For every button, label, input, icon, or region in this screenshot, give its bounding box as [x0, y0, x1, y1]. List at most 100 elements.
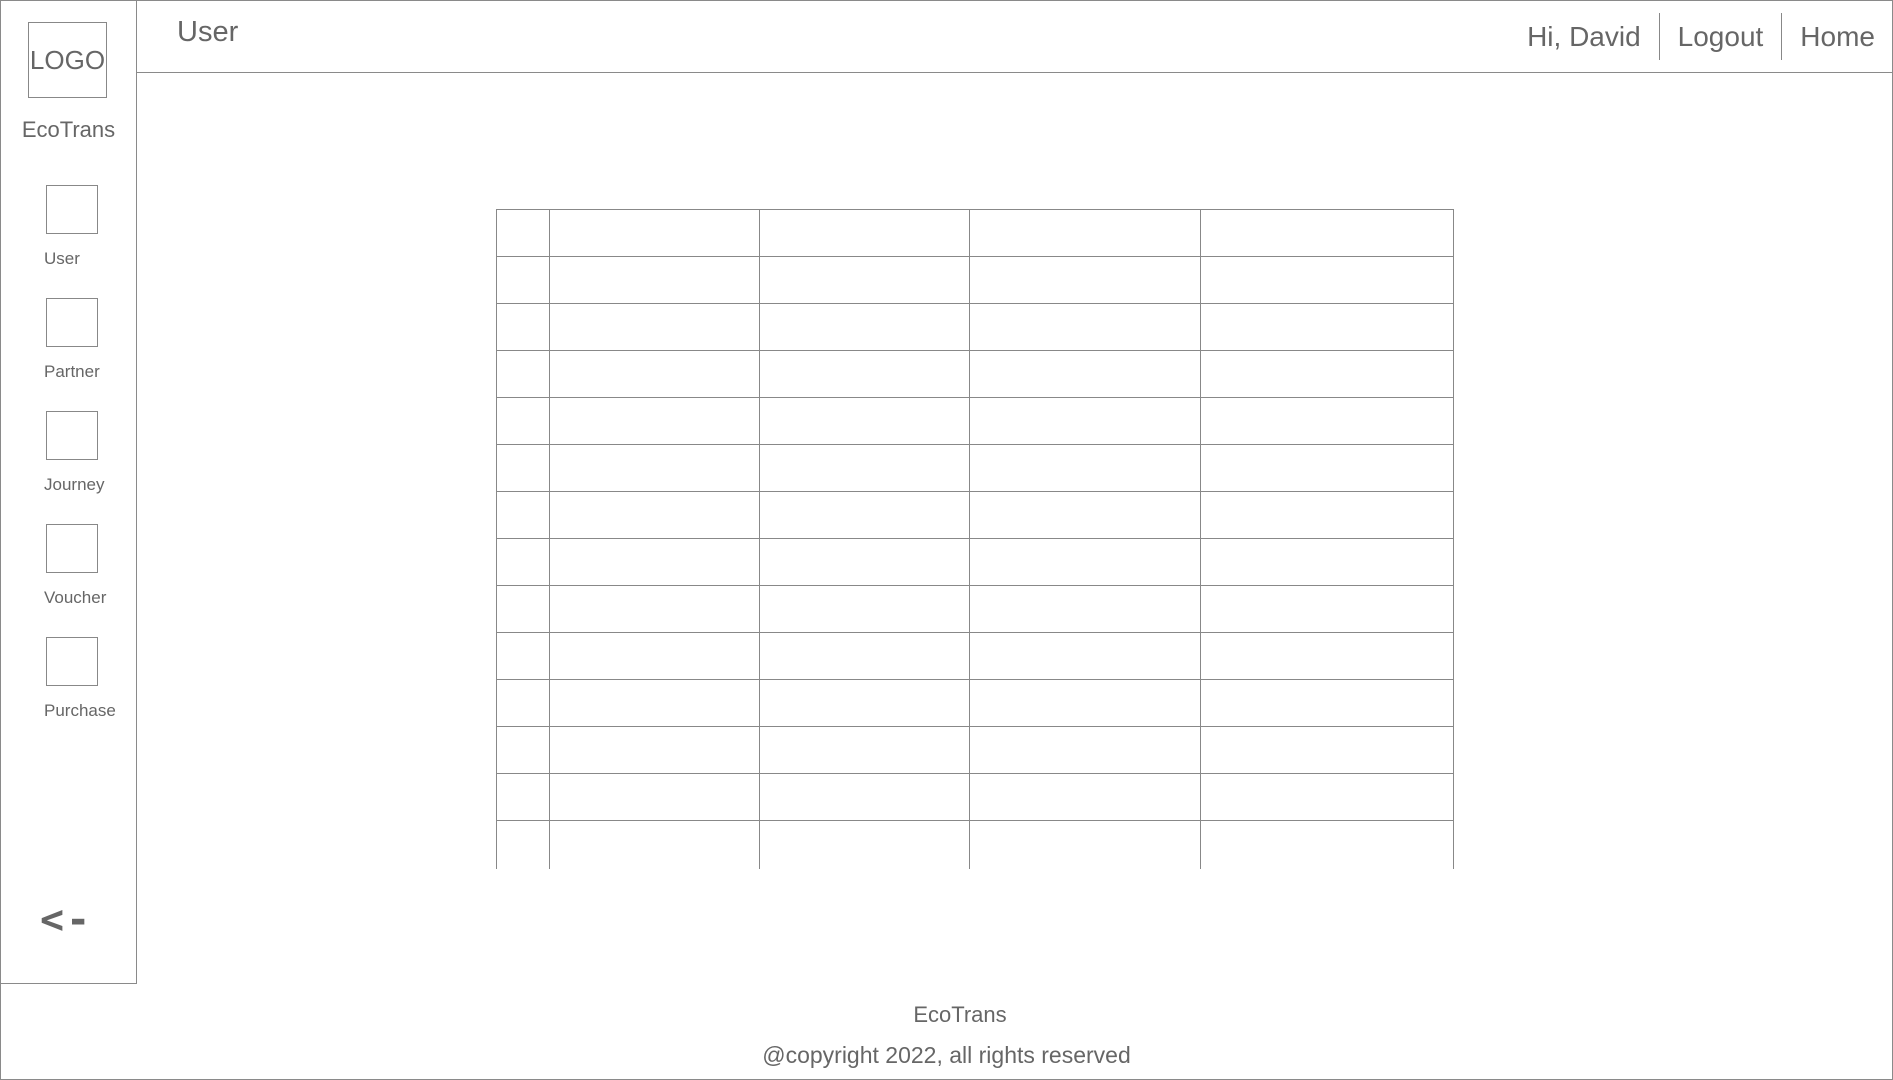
table-cell[interactable] — [759, 679, 970, 727]
table-cell[interactable] — [759, 585, 970, 633]
table-cell[interactable] — [496, 256, 550, 304]
table-cell[interactable] — [969, 491, 1201, 539]
table-cell[interactable] — [969, 444, 1201, 492]
table-cell[interactable] — [549, 444, 760, 492]
table-cell[interactable] — [969, 679, 1201, 727]
table-cell[interactable] — [549, 491, 760, 539]
table-row[interactable] — [496, 679, 1454, 727]
table-cell[interactable] — [759, 632, 970, 680]
table-cell[interactable] — [496, 303, 550, 351]
table-cell[interactable] — [969, 632, 1201, 680]
header: User Hi, David Logout Home — [137, 0, 1893, 73]
table-row[interactable] — [496, 491, 1454, 539]
table-cell[interactable] — [1200, 256, 1454, 304]
table-cell[interactable] — [549, 303, 760, 351]
table-cell[interactable] — [759, 303, 970, 351]
sidebar-item-label[interactable]: Partner — [44, 362, 100, 382]
table-cell[interactable] — [759, 820, 970, 869]
table-row[interactable] — [496, 444, 1454, 492]
table-cell[interactable] — [969, 350, 1201, 398]
table-cell[interactable] — [549, 538, 760, 586]
table-cell[interactable] — [1200, 350, 1454, 398]
table-cell[interactable] — [1200, 303, 1454, 351]
table-cell[interactable] — [969, 820, 1201, 869]
table-cell[interactable] — [1200, 397, 1454, 445]
table-row[interactable] — [496, 585, 1454, 633]
table-cell[interactable] — [1200, 726, 1454, 774]
table-row[interactable] — [496, 256, 1454, 304]
table-cell[interactable] — [549, 773, 760, 821]
voucher-icon[interactable] — [46, 524, 98, 573]
table-cell[interactable] — [759, 444, 970, 492]
table-cell[interactable] — [969, 773, 1201, 821]
table-cell[interactable] — [496, 726, 550, 774]
table-cell[interactable] — [759, 726, 970, 774]
table-row[interactable] — [496, 397, 1454, 445]
table-cell[interactable] — [1200, 632, 1454, 680]
table-cell[interactable] — [496, 538, 550, 586]
journey-icon[interactable] — [46, 411, 98, 460]
logo: LOGO — [28, 22, 107, 98]
user-icon[interactable] — [46, 185, 98, 234]
sidebar-item-label[interactable]: Purchase — [44, 701, 116, 721]
table-cell[interactable] — [549, 632, 760, 680]
table-cell[interactable] — [1200, 491, 1454, 539]
sidebar-item-label[interactable]: User — [44, 249, 80, 269]
table-cell[interactable] — [759, 209, 970, 257]
table-cell[interactable] — [1200, 773, 1454, 821]
back-button[interactable]: <- — [40, 897, 92, 943]
table-cell[interactable] — [496, 820, 550, 869]
table-row[interactable] — [496, 538, 1454, 586]
table-row[interactable] — [496, 350, 1454, 398]
table-cell[interactable] — [496, 679, 550, 727]
table-cell[interactable] — [759, 538, 970, 586]
table-row[interactable] — [496, 726, 1454, 774]
table-cell[interactable] — [969, 726, 1201, 774]
table-cell[interactable] — [759, 256, 970, 304]
sidebar-item-label[interactable]: Voucher — [44, 588, 106, 608]
table-row[interactable] — [496, 632, 1454, 680]
table-cell[interactable] — [1200, 820, 1454, 869]
table-cell[interactable] — [496, 350, 550, 398]
sidebar-item-label[interactable]: Journey — [44, 475, 104, 495]
logout-link[interactable]: Logout — [1658, 13, 1782, 60]
table-cell[interactable] — [549, 820, 760, 869]
sidebar-brand: EcoTrans — [21, 117, 116, 142]
table-row[interactable] — [496, 820, 1454, 869]
table-row[interactable] — [496, 303, 1454, 351]
table-cell[interactable] — [496, 209, 550, 257]
home-link[interactable]: Home — [1781, 13, 1893, 60]
table-cell[interactable] — [969, 303, 1201, 351]
table-cell[interactable] — [969, 256, 1201, 304]
table-cell[interactable] — [1200, 679, 1454, 727]
table-cell[interactable] — [1200, 585, 1454, 633]
table-cell[interactable] — [549, 585, 760, 633]
table-cell[interactable] — [496, 444, 550, 492]
table-cell[interactable] — [1200, 209, 1454, 257]
table-cell[interactable] — [969, 397, 1201, 445]
table-cell[interactable] — [549, 209, 760, 257]
table-cell[interactable] — [549, 350, 760, 398]
table-cell[interactable] — [496, 773, 550, 821]
table-cell[interactable] — [496, 491, 550, 539]
table-cell[interactable] — [549, 397, 760, 445]
partner-icon[interactable] — [46, 298, 98, 347]
table-cell[interactable] — [759, 350, 970, 398]
table-cell[interactable] — [759, 491, 970, 539]
table-cell[interactable] — [1200, 444, 1454, 492]
table-cell[interactable] — [549, 679, 760, 727]
table-cell[interactable] — [969, 209, 1201, 257]
table-cell[interactable] — [969, 538, 1201, 586]
table-row[interactable] — [496, 773, 1454, 821]
table-row[interactable] — [496, 209, 1454, 257]
purchase-icon[interactable] — [46, 637, 98, 686]
table-cell[interactable] — [549, 726, 760, 774]
table-cell[interactable] — [549, 256, 760, 304]
table-cell[interactable] — [1200, 538, 1454, 586]
table-cell[interactable] — [496, 632, 550, 680]
table-cell[interactable] — [496, 397, 550, 445]
table-cell[interactable] — [759, 397, 970, 445]
table-cell[interactable] — [969, 585, 1201, 633]
table-cell[interactable] — [496, 585, 550, 633]
table-cell[interactable] — [759, 773, 970, 821]
